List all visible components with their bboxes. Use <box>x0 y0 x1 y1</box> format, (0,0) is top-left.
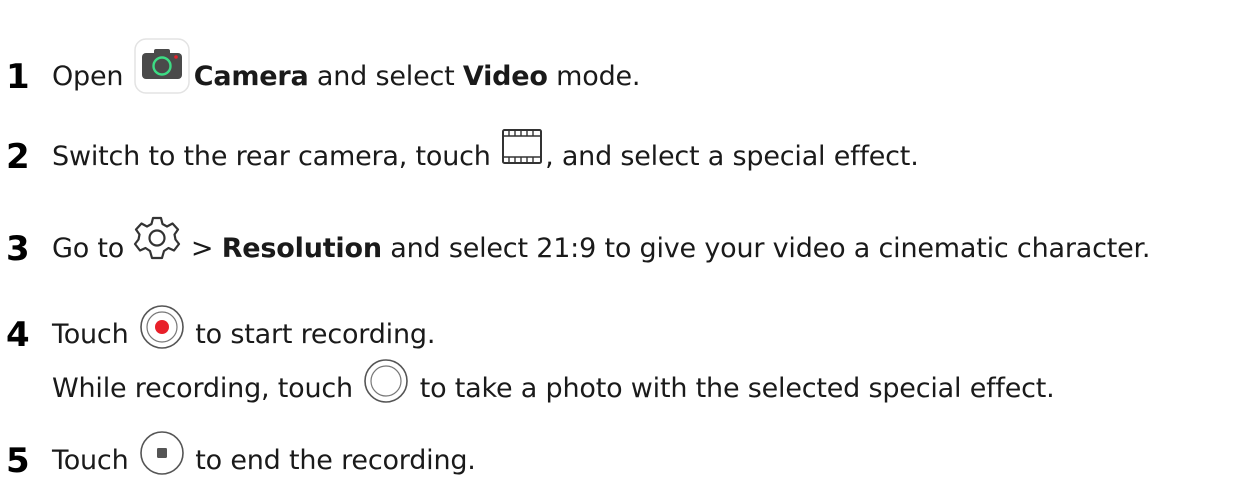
camera-label: Camera <box>193 61 309 92</box>
step-text-pre: Switch to the rear camera, touch <box>52 141 500 172</box>
step-text-post: to start recording. <box>186 319 436 350</box>
step-text-pre: Touch <box>52 319 137 350</box>
step-text-post: mode. <box>547 61 641 92</box>
gear-icon <box>133 214 181 262</box>
step-4: 4 Touch to start recording. <box>6 304 435 352</box>
resolution-label: Resolution <box>221 233 382 264</box>
step-number: 3 <box>6 229 30 269</box>
step-text-mid: and select <box>308 61 463 92</box>
stop-button-icon <box>139 430 185 476</box>
step-1: 1 Open Camera and select Video mode. <box>6 38 641 97</box>
step-text-pre: Open <box>52 61 132 92</box>
step-number: 4 <box>6 315 30 355</box>
step-text-post: and select 21:9 to give your video a cin… <box>381 233 1151 264</box>
shutter-button-icon <box>363 358 409 404</box>
camera-app-icon <box>133 38 190 94</box>
video-label: Video <box>462 61 548 92</box>
step-number: 2 <box>6 137 30 177</box>
step-3: 3 Go to > Resolution and select 21:9 to … <box>6 214 1151 269</box>
step-2: 2 Switch to the rear camera, touch , and… <box>6 128 919 174</box>
step-number: 1 <box>6 57 30 97</box>
subline-text-post: to take a photo with the selected specia… <box>411 373 1055 404</box>
step-4-subline: While recording, touch to take a photo w… <box>52 358 1055 406</box>
step-number: 5 <box>6 441 30 481</box>
filter-effect-icon <box>501 128 543 170</box>
step-text-post: to end the recording. <box>186 445 476 476</box>
record-button-icon <box>139 304 185 350</box>
subline-text-pre: While recording, touch <box>52 373 362 404</box>
step-text-pre: Go to <box>52 233 133 264</box>
step-text-post: , and select a special effect. <box>545 141 919 172</box>
step-text-pre: Touch <box>52 445 137 476</box>
step-text-mid: > <box>182 233 222 264</box>
